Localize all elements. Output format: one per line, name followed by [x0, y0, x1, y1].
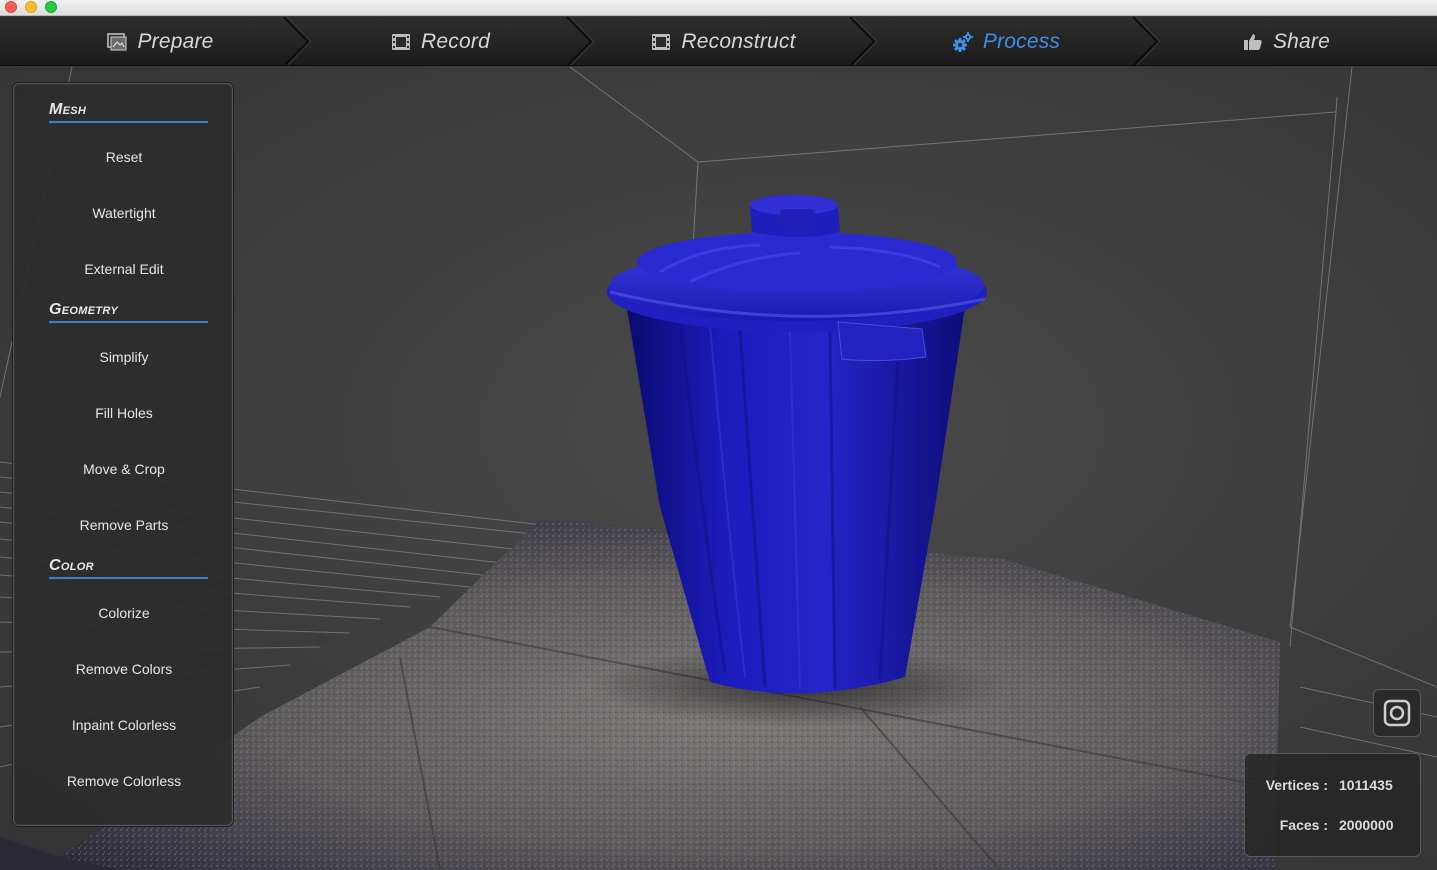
fill-holes-button[interactable]: Fill Holes — [14, 402, 234, 424]
mesh-section-title: Mesh — [49, 101, 208, 123]
color-section-title: Color — [49, 557, 208, 579]
tab-share[interactable]: Share — [1146, 17, 1426, 65]
zoom-window-button[interactable] — [45, 1, 57, 13]
film-icon — [650, 32, 672, 52]
gears-icon — [952, 31, 974, 52]
tab-process[interactable]: Process — [866, 17, 1146, 65]
simplify-button[interactable]: Simplify — [14, 346, 234, 368]
camera-icon — [1383, 699, 1411, 727]
tab-record[interactable]: Record — [300, 17, 580, 65]
minimize-window-button[interactable] — [25, 1, 37, 13]
remove-parts-button[interactable]: Remove Parts — [14, 514, 234, 536]
move-crop-button[interactable]: Move & Crop — [14, 458, 234, 480]
window-title-bar — [0, 0, 1437, 16]
faces-label: Faces : — [1279, 817, 1328, 833]
remove-colorless-button[interactable]: Remove Colorless — [14, 770, 234, 792]
colorize-button[interactable]: Colorize — [14, 602, 234, 624]
vertices-label: Vertices : — [1265, 777, 1328, 793]
watertight-button[interactable]: Watertight — [14, 202, 234, 224]
picture-icon — [106, 32, 128, 52]
vertices-value: 1011435 — [1339, 777, 1393, 793]
reset-button[interactable]: Reset — [14, 146, 234, 168]
close-window-button[interactable] — [5, 1, 17, 13]
film-icon — [390, 32, 412, 52]
snapshot-button[interactable] — [1373, 689, 1421, 737]
mesh-stats-panel: Vertices : 1011435 Faces : 2000000 — [1244, 753, 1421, 857]
process-tools-panel: Mesh Reset Watertight External Edit Geom… — [13, 83, 233, 826]
tab-reconstruct[interactable]: Reconstruct — [583, 17, 863, 65]
inpaint-colorless-button[interactable]: Inpaint Colorless — [14, 714, 234, 736]
external-edit-button[interactable]: External Edit — [14, 258, 234, 280]
faces-value: 2000000 — [1339, 817, 1394, 833]
thumbs-up-icon — [1242, 32, 1264, 52]
tab-prepare[interactable]: Prepare — [20, 17, 300, 65]
remove-colors-button[interactable]: Remove Colors — [14, 658, 234, 680]
geometry-section-title: Geometry — [49, 301, 208, 323]
workflow-tab-bar: Prepare Record Reconstruct Process Share — [0, 17, 1437, 66]
